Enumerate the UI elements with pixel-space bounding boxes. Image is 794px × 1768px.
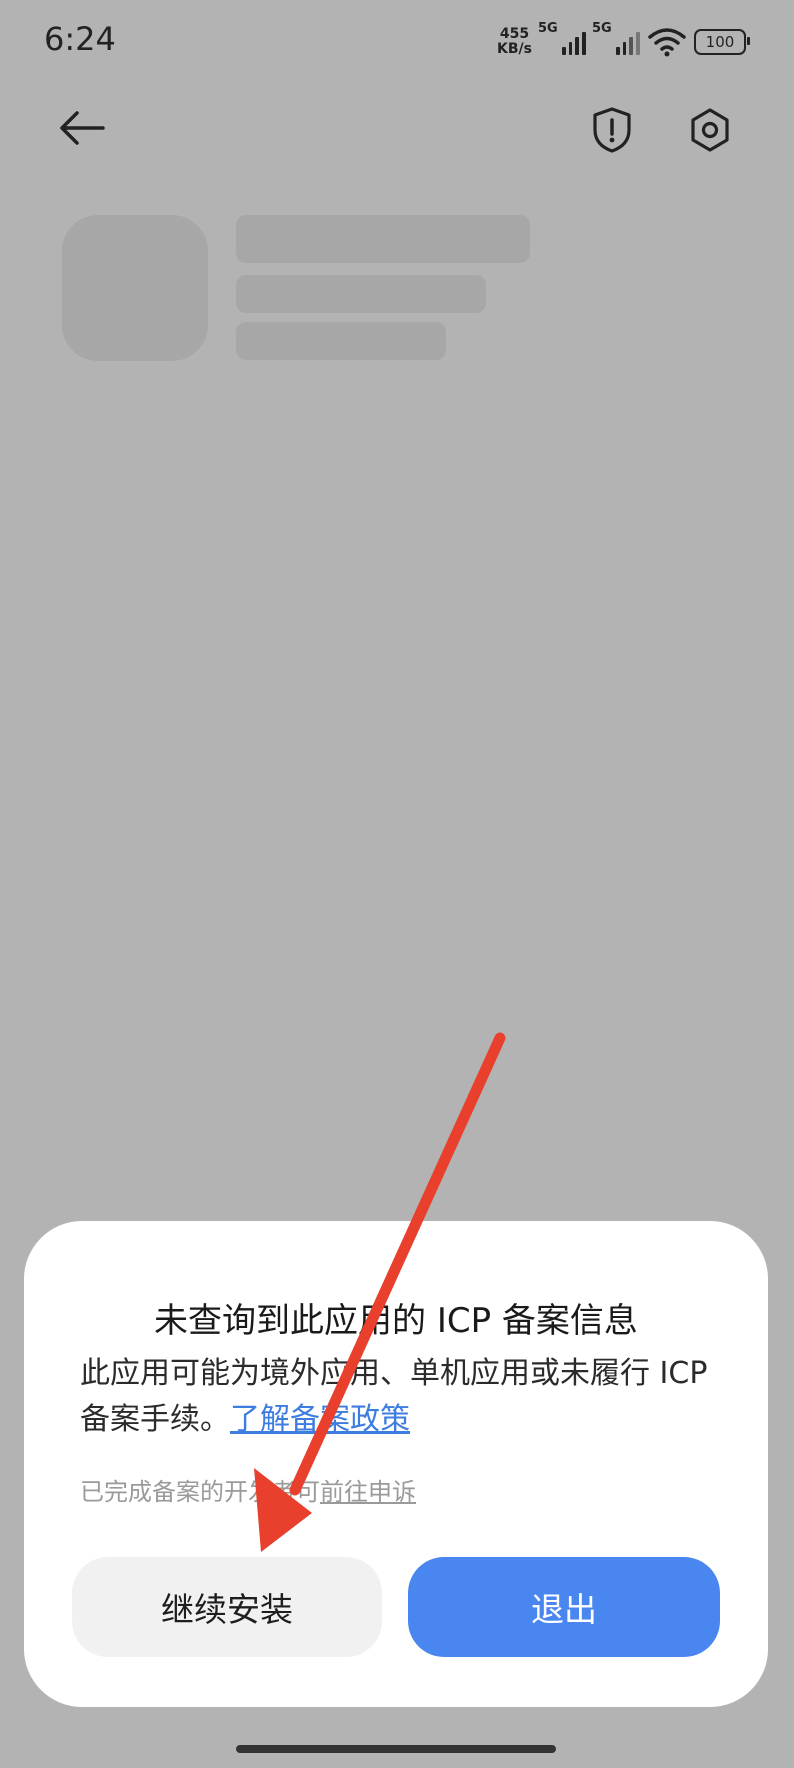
settings-button[interactable] [678, 98, 742, 162]
app-info-placeholder [236, 322, 446, 360]
dialog-message: 此应用可能为境外应用、单机应用或未履行 ICP 备案手续。了解备案政策 [80, 1351, 720, 1443]
appeal-note: 已完成备案的开发者可前往申诉 [80, 1472, 416, 1507]
network-speed-value: 455 [499, 26, 530, 42]
signal-icon: 5G [592, 21, 641, 55]
app-icon-placeholder [62, 215, 208, 361]
network-speed-unit: KB/s [497, 41, 532, 57]
battery-level: 100 [705, 33, 735, 51]
security-button[interactable] [580, 98, 644, 162]
signal-label: 5G [538, 21, 558, 36]
status-time: 6:24 [44, 20, 116, 58]
app-subtitle-placeholder [236, 275, 486, 313]
status-icons: 455 KB/s 5G 5G 100 [497, 21, 750, 62]
status-bar: 6:24 455 KB/s 5G 5G 100 [0, 0, 794, 80]
battery-icon: 100 [694, 29, 750, 55]
dialog-title: 未查询到此应用的 ICP 备案信息 [154, 1301, 638, 1341]
app-title-placeholder [236, 215, 530, 263]
appeal-link[interactable]: 前往申诉 [320, 1478, 416, 1506]
appeal-note-text: 已完成备案的开发者可 [80, 1478, 320, 1506]
shield-alert-icon [593, 107, 631, 153]
policy-link[interactable]: 了解备案政策 [230, 1402, 410, 1437]
icp-warning-dialog: 未查询到此应用的 ICP 备案信息 此应用可能为境外应用、单机应用或未履行 IC… [24, 1221, 768, 1707]
wifi-icon [648, 28, 686, 57]
settings-icon [691, 108, 729, 152]
exit-button[interactable]: 退出 [408, 1557, 720, 1657]
home-indicator[interactable] [236, 1745, 556, 1753]
back-button[interactable] [52, 98, 112, 158]
signal-icon: 5G [538, 21, 587, 55]
signal-label: 5G [592, 21, 612, 36]
continue-install-button[interactable]: 继续安装 [72, 1557, 382, 1657]
network-speed: 455 KB/s [497, 27, 532, 57]
back-arrow-icon [60, 111, 105, 145]
